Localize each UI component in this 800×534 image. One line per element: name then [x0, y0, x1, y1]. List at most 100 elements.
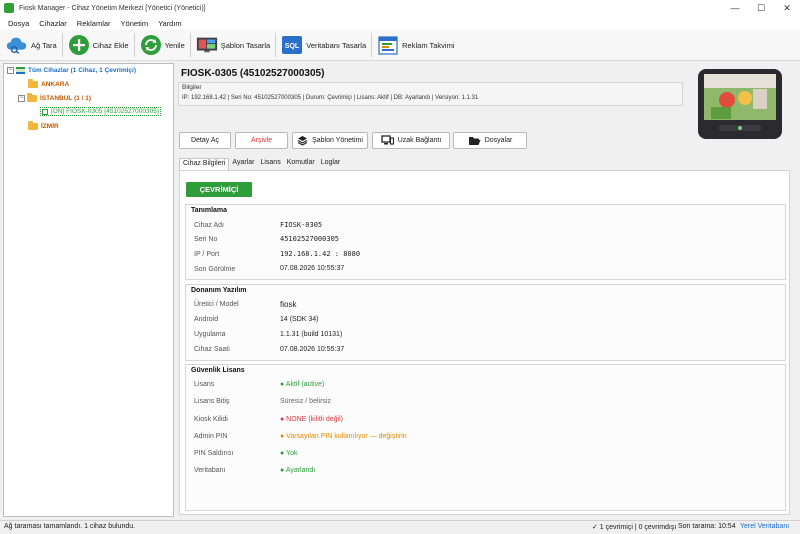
close-button[interactable]: ✕ [774, 0, 800, 16]
menu-cihazlar[interactable]: Cihazlar [34, 19, 72, 28]
tree-root-label: Tüm Cihazlar (1 Cihaz, 1 Çevrimiçi) [28, 67, 137, 74]
tab-settings[interactable]: Ayarlar [229, 158, 257, 170]
field-label: Seri No [194, 236, 218, 243]
field-label: Üretici / Model [194, 301, 239, 308]
field-value: 14 (SDK 34) [280, 316, 319, 323]
tab-commands[interactable]: Komutlar [284, 158, 318, 170]
group-title: Donanım Yazılım [191, 287, 247, 294]
db-design-button[interactable]: SQL Veritabanı Tasarla [278, 31, 369, 59]
device-tree[interactable]: − Tüm Cihazlar (1 Cihaz, 1 Çevrimiçi) AN… [3, 63, 174, 517]
info-line: IP: 192.168.1.42 | Seri No: 451025270003… [182, 95, 479, 101]
db-mode[interactable]: Yerel Veritabanı [740, 523, 789, 530]
tree-group-istanbul[interactable]: − İSTANBUL (1 / 1) [18, 93, 92, 102]
menu-yardim[interactable]: Yardım [153, 19, 187, 28]
archive-label: Arşivle [250, 137, 272, 144]
plus-circle-icon [68, 34, 90, 56]
status-badge: ÇEVRİMİÇİ [186, 182, 252, 197]
layers-icon [297, 135, 308, 146]
template-manage-button[interactable]: Şablon Yönetimi [292, 132, 368, 149]
add-device-button[interactable]: Cihaz Ekle [65, 31, 132, 59]
tree-group-ankara[interactable]: ANKARA [28, 79, 70, 88]
refresh-button[interactable]: Yenile [137, 31, 188, 59]
field-value: 07.08.2026 10:55:37 [280, 265, 345, 272]
kiosk-lock-value: ● NONE (kilitli değil) [280, 416, 343, 423]
admin-pin-value: ● Varsayılan PIN kullanılıyor — değiştir… [280, 433, 407, 440]
svg-text:SQL: SQL [285, 43, 300, 50]
tab-bar: Cihaz Bilgileri Ayarlar Lisans Komutlar … [179, 158, 343, 170]
field-value: 45102527000305 [280, 235, 340, 243]
menu-yonetim[interactable]: Yönetim [116, 19, 154, 28]
folder-open-icon [468, 136, 481, 146]
tree-group-izmir[interactable]: İZMİR [28, 121, 59, 130]
device-title: FIOSK-0305 (45102527000305) [181, 68, 325, 79]
tree-device-item[interactable]: [ON] FIOSK-0305 (45102527000305) [40, 107, 162, 116]
remote-connect-button[interactable]: Uzak Bağlantı [372, 132, 450, 149]
field-label: Cihaz Adı [194, 222, 224, 229]
monitor-design-icon [196, 34, 218, 56]
folder-icon [28, 79, 38, 88]
files-button[interactable]: Dosyalar [453, 132, 527, 149]
scan-network-button[interactable]: Ağ Tara [3, 31, 60, 59]
field-label: Son Görülme [194, 266, 236, 273]
field-label: IP / Port [194, 251, 220, 258]
ad-calendar-button[interactable]: Reklam Takvimi [374, 31, 457, 59]
maximize-button[interactable]: ☐ [748, 0, 774, 16]
toolbar-separator [371, 33, 373, 57]
detail-button[interactable]: Detay Aç [179, 132, 231, 149]
refresh-label: Yenile [164, 40, 185, 50]
collapse-icon[interactable]: − [18, 95, 25, 102]
tab-logs[interactable]: Loglar [318, 158, 343, 170]
toolbar-separator [189, 33, 191, 57]
toolbar-separator [133, 33, 135, 57]
tree-group-label: İSTANBUL (1 / 1) [40, 95, 92, 102]
window-title: Fiosk Manager - Cihaz Yönetim Merkezi [Y… [19, 4, 206, 12]
toolbar-separator [61, 33, 63, 57]
group-title: Tanımlama [191, 207, 228, 214]
field-value: fiosk [280, 300, 297, 309]
license-expiry-value: Süresiz / belirsiz [280, 398, 331, 405]
add-device-label: Cihaz Ekle [92, 40, 129, 50]
tree-group-label: İZMİR [41, 123, 59, 130]
security-group: Güvenlik Lisans Lisans ● Aktif (active) … [185, 364, 786, 511]
field-value: 07.08.2026 10:55:37 [280, 346, 345, 353]
license-status-value: ● Aktif (active) [280, 381, 325, 388]
collapse-icon[interactable]: − [7, 67, 14, 74]
calendar-icon [377, 34, 399, 56]
folder-icon [28, 121, 38, 130]
field-value: 192.168.1.42 : 8080 [280, 250, 361, 258]
title-bar: Fiosk Manager - Cihaz Yönetim Merkezi [Y… [0, 0, 800, 16]
archive-button[interactable]: Arşivle [235, 132, 288, 149]
menu-reklamlar[interactable]: Reklamlar [72, 19, 116, 28]
monitor-icon [381, 135, 394, 146]
ad-calendar-label: Reklam Takvimi [402, 40, 455, 50]
cloud-search-icon [6, 34, 28, 56]
tab-license[interactable]: Lisans [257, 158, 283, 170]
info-label: Bilgiler [182, 84, 202, 91]
folder-icon [27, 93, 37, 102]
tab-device-info[interactable]: Cihaz Bilgileri [179, 158, 230, 170]
field-value: 1.1.31 (build 10131) [280, 331, 343, 338]
device-image [697, 67, 783, 141]
pin-attack-value: ● Yok [280, 450, 298, 457]
template-design-button[interactable]: Şablon Tasarla [193, 31, 273, 59]
minimize-button[interactable]: — [722, 0, 748, 16]
tree-group-label: ANKARA [41, 81, 70, 88]
menu-dosya[interactable]: Dosya [3, 19, 34, 28]
menu-bar: Dosya Cihazlar Reklamlar Yönetim Yardım [0, 16, 800, 30]
field-label: Kiosk Kilidi [194, 416, 228, 423]
field-label: Lisans Bitiş [194, 398, 230, 405]
scan-label: Ağ Tara [31, 40, 57, 50]
tree-device-label: [ON] FIOSK-0305 (45102527000305) [51, 108, 160, 115]
template-design-label: Şablon Tasarla [220, 40, 271, 50]
hardware-group: Donanım Yazılım Üretici / Model fiosk An… [185, 284, 786, 361]
field-label: Cihaz Saati [194, 346, 230, 353]
tree-root[interactable]: − Tüm Cihazlar (1 Cihaz, 1 Çevrimiçi) [7, 67, 136, 74]
field-label: Veritabanı [194, 467, 226, 474]
template-manage-label: Şablon Yönetimi [312, 137, 363, 144]
last-scan: Son tarama: 10:54 [678, 523, 736, 530]
device-icon [42, 108, 48, 115]
identity-group: Tanımlama Cihaz Adı FIOSK-0305 Seri No 4… [185, 204, 786, 280]
sql-database-icon: SQL [281, 34, 303, 56]
field-label: Lisans [194, 381, 215, 388]
detail-label: Detay Aç [190, 137, 219, 144]
